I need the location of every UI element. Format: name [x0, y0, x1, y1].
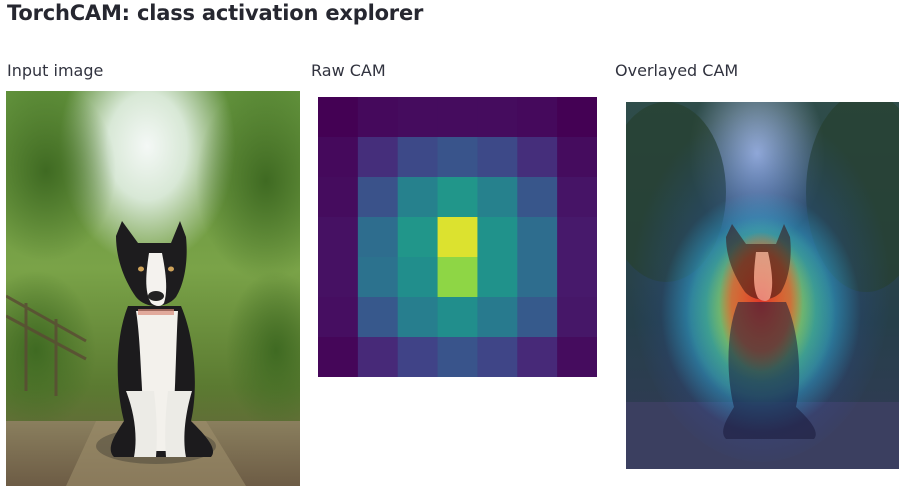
heatmap-cell [517, 137, 558, 178]
heatmap-cell [557, 217, 597, 258]
heatmap-cell [318, 97, 359, 138]
heatmap-cell [557, 297, 597, 338]
heatmap-cell [517, 97, 558, 138]
heatmap-cell [477, 257, 518, 298]
heatmap-cell [397, 97, 439, 138]
heatmap-cell [318, 257, 359, 298]
heatmap-cell [397, 177, 439, 218]
heatmap-cell [517, 297, 558, 338]
heatmap-cell [437, 177, 479, 218]
heatmap-cell [397, 297, 439, 338]
overlay-photo-svg [626, 102, 899, 469]
heatmap-cell [477, 177, 518, 218]
heatmap-cell [357, 337, 399, 377]
heatmap-cell [517, 217, 558, 258]
heatmap-cell [517, 177, 558, 218]
input-photo-svg [6, 91, 300, 486]
raw-cam-heatmap [318, 97, 597, 377]
heatmap-cell [557, 257, 597, 298]
heatmap-cell [477, 217, 518, 258]
heatmap-cell [397, 137, 439, 178]
heatmap-cell [557, 337, 597, 377]
heatmap-cell [477, 297, 518, 338]
raw-cam-svg [318, 97, 597, 377]
heatmap-cell [397, 257, 439, 298]
heatmap-cell [318, 177, 359, 218]
heatmap-cell [357, 257, 399, 298]
heatmap-cell [318, 137, 359, 178]
heatmap-cell [437, 337, 479, 377]
heatmap-cell [397, 337, 439, 377]
heatmap-cell [437, 257, 479, 298]
heatmap-cell [357, 97, 399, 138]
heatmap-cell [437, 217, 479, 258]
heatmap-cell [357, 217, 399, 258]
heatmap-cell [517, 337, 558, 377]
input-image-label: Input image [7, 61, 104, 80]
heatmap-cell [477, 337, 518, 377]
heatmap-cell [357, 177, 399, 218]
heatmap-cell [357, 137, 399, 178]
heatmap-cell [437, 97, 479, 138]
raw-cam-label: Raw CAM [311, 61, 386, 80]
heatmap-cell [557, 137, 597, 178]
overlay-cam-label: Overlayed CAM [615, 61, 739, 80]
heatmap-cell [517, 257, 558, 298]
heatmap-cell [437, 297, 479, 338]
heatmap-cell [477, 137, 518, 178]
heatmap-cell [318, 337, 359, 377]
heatmap-cell [557, 97, 597, 138]
heatmap-cell [397, 217, 439, 258]
page-title: TorchCAM: class activation explorer [7, 1, 424, 25]
heatmap-cell [437, 137, 479, 178]
heatmap-cell [557, 177, 597, 218]
input-image [6, 91, 300, 486]
heatmap-cell [477, 97, 518, 138]
heatmap-cell [357, 297, 399, 338]
heatmap-cell [318, 217, 359, 258]
overlay-cam-image [626, 102, 899, 469]
heatmap-cell [318, 297, 359, 338]
